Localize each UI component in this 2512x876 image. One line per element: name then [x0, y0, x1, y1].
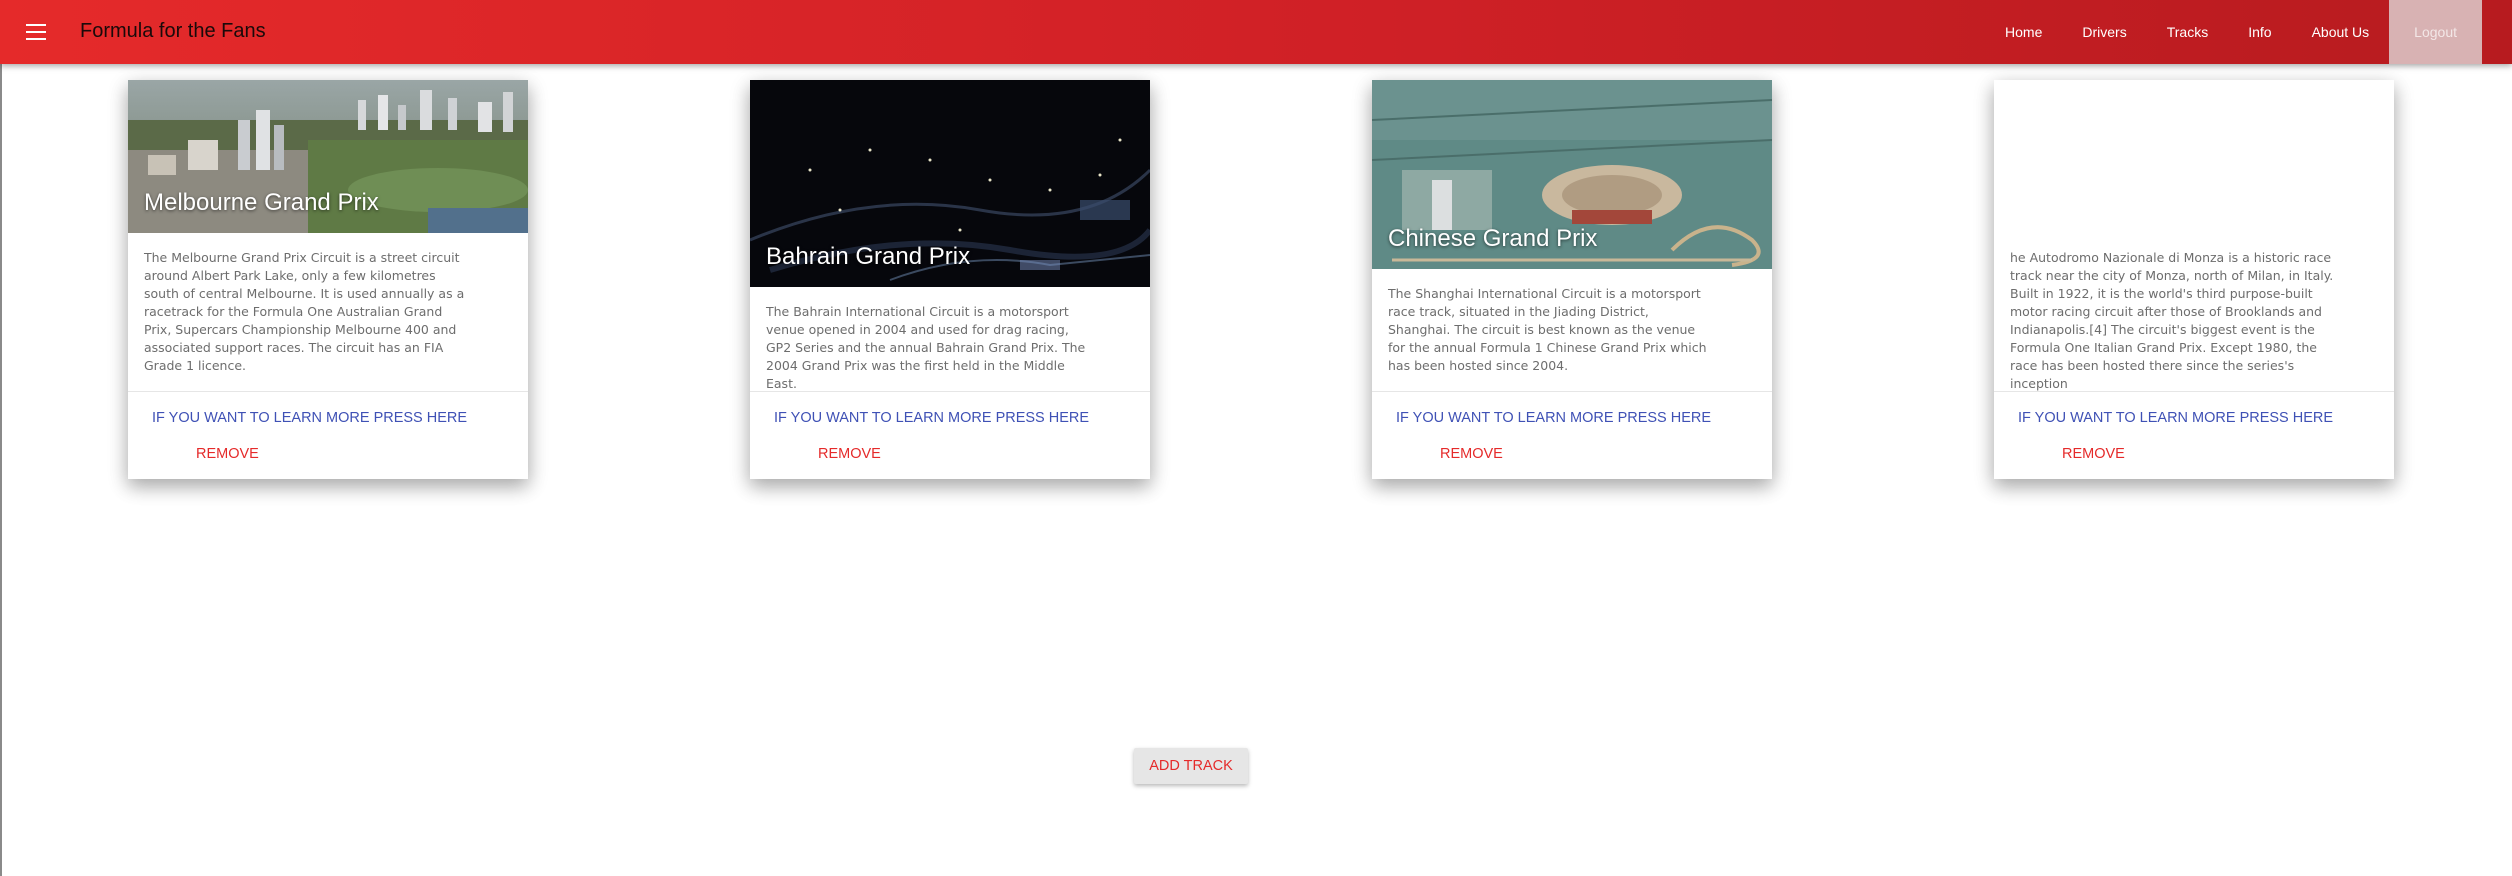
- window-left-border: [0, 0, 2, 876]
- card-description: The Melbourne Grand Prix Circuit is a st…: [128, 233, 528, 375]
- card-description-text: he Autodromo Nazionale di Monza is a his…: [2010, 250, 2334, 391]
- remove-button[interactable]: REMOVE: [1440, 446, 1503, 462]
- learn-more-link[interactable]: IF YOU WANT TO LEARN MORE PRESS HERE: [2018, 410, 2333, 426]
- card-description: The Shanghai International Circuit is a …: [1372, 269, 1772, 375]
- track-card-bahrain: Bahrain Grand Prix The Bahrain Internati…: [750, 80, 1150, 479]
- logout-button[interactable]: Logout: [2389, 0, 2482, 64]
- card-description: The Bahrain International Circuit is a m…: [750, 287, 1150, 393]
- card-title: Melbourne Grand Prix: [144, 189, 379, 216]
- track-card-image: Melbourne Grand Prix: [128, 80, 528, 233]
- nav-home[interactable]: Home: [1985, 0, 2062, 64]
- card-actions: IF YOU WANT TO LEARN MORE PRESS HERE REM…: [1372, 391, 1772, 480]
- track-card-image: Bahrain Grand Prix: [750, 80, 1150, 287]
- nav-about-us[interactable]: About Us: [2292, 0, 2390, 64]
- remove-button[interactable]: REMOVE: [818, 446, 881, 462]
- card-actions: IF YOU WANT TO LEARN MORE PRESS HERE REM…: [750, 391, 1150, 480]
- track-card-monza: he Autodromo Nazionale di Monza is a his…: [1994, 80, 2394, 479]
- card-description-text: The Melbourne Grand Prix Circuit is a st…: [144, 250, 465, 373]
- learn-more-link[interactable]: IF YOU WANT TO LEARN MORE PRESS HERE: [152, 410, 467, 426]
- track-card-image-placeholder: [1994, 80, 2394, 233]
- nav-info[interactable]: Info: [2228, 0, 2291, 64]
- card-description: he Autodromo Nazionale di Monza is a his…: [1994, 233, 2394, 393]
- card-actions: IF YOU WANT TO LEARN MORE PRESS HERE REM…: [1994, 391, 2394, 480]
- track-card-chinese: Chinese Grand Prix The Shanghai Internat…: [1372, 80, 1772, 479]
- top-app-bar: Formula for the Fans Home Drivers Tracks…: [0, 0, 2512, 64]
- learn-more-link[interactable]: IF YOU WANT TO LEARN MORE PRESS HERE: [1396, 410, 1711, 426]
- remove-button[interactable]: REMOVE: [2062, 446, 2125, 462]
- card-description-text: The Shanghai International Circuit is a …: [1388, 286, 1707, 373]
- nav-tracks[interactable]: Tracks: [2147, 0, 2228, 64]
- track-card-image: Chinese Grand Prix: [1372, 80, 1772, 269]
- main-nav: Home Drivers Tracks Info About Us Logout: [1985, 0, 2512, 64]
- add-track-button[interactable]: ADD TRACK: [1134, 748, 1248, 784]
- learn-more-link[interactable]: IF YOU WANT TO LEARN MORE PRESS HERE: [774, 410, 1089, 426]
- remove-button[interactable]: REMOVE: [196, 446, 259, 462]
- card-actions: IF YOU WANT TO LEARN MORE PRESS HERE REM…: [128, 391, 528, 480]
- app-title: Formula for the Fans: [80, 20, 266, 42]
- hamburger-menu-icon[interactable]: [22, 18, 50, 46]
- card-title: Bahrain Grand Prix: [766, 243, 971, 270]
- card-title: Chinese Grand Prix: [1388, 225, 1598, 252]
- track-card-melbourne: Melbourne Grand Prix The Melbourne Grand…: [128, 80, 528, 479]
- nav-drivers[interactable]: Drivers: [2062, 0, 2146, 64]
- card-description-text: The Bahrain International Circuit is a m…: [766, 304, 1086, 391]
